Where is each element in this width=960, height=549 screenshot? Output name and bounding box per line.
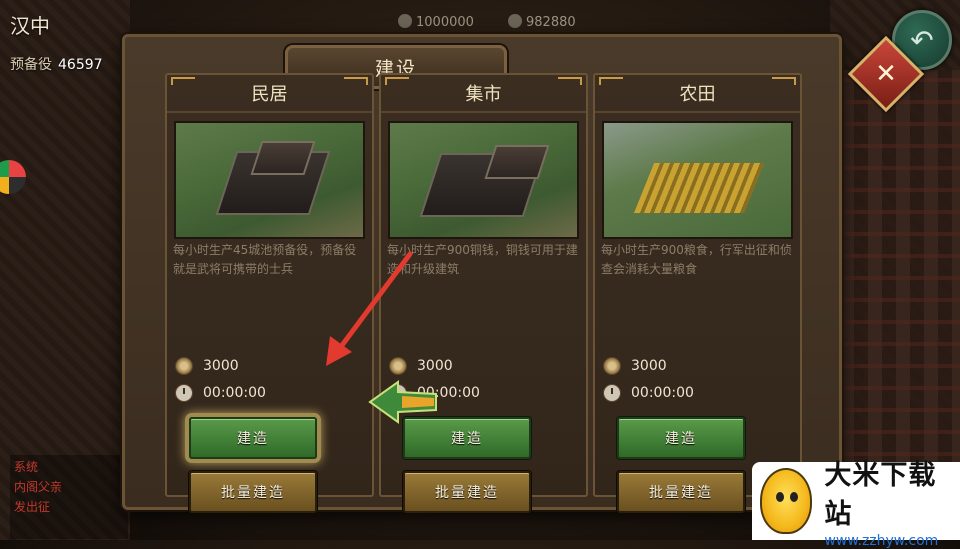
time-row: 00:00:00 <box>603 384 694 402</box>
batch-build-button[interactable]: 批量建造 <box>617 471 745 513</box>
building-card-farmland: 农田 每小时生产900粮食，行军出征和侦查会消耗大量粮食 3000 00:00:… <box>593 73 802 513</box>
reserve-label: 预备役 <box>10 57 52 73</box>
building-description: 每小时生产900铜钱，铜钱可用于建造和升级建筑 <box>387 243 578 276</box>
time-value: 00:00:00 <box>203 385 266 401</box>
cost-row: 3000 <box>175 357 239 375</box>
batch-build-button[interactable]: 批量建造 <box>189 471 317 513</box>
copper-coin-icon <box>603 357 621 375</box>
copper-coin-icon <box>398 14 412 28</box>
reserve-value: 46597 <box>58 57 103 73</box>
chat-line: 发出征 <box>14 500 51 514</box>
construction-dialog: 建设 ✕ 民居 每小时生产45城池预备役，预备役就是武将可携带的士兵 3000 … <box>122 34 925 513</box>
watermark-title: 大米下载站 <box>824 460 937 530</box>
building-cards: 民居 每小时生产45城池预备役，预备役就是武将可携带的士兵 3000 00:00… <box>165 73 802 513</box>
market-roof-art <box>484 145 550 179</box>
clock-icon <box>603 384 621 402</box>
build-button[interactable]: 建造 <box>617 417 745 459</box>
residence-roof-art <box>250 141 316 175</box>
rice-mascot-logo-icon <box>760 468 813 534</box>
site-watermark: 大米下载站 www.zzhyw.com <box>752 460 960 549</box>
cost-value: 3000 <box>417 358 453 374</box>
reserve-counter: 预备役 46597 <box>10 54 103 74</box>
clock-icon <box>175 384 193 402</box>
building-description: 每小时生产45城池预备役，预备役就是武将可携带的士兵 <box>173 243 357 276</box>
batch-build-button[interactable]: 批量建造 <box>403 471 531 513</box>
building-name: 民居 <box>167 75 372 113</box>
farmland-image <box>602 121 793 239</box>
back-arrow-icon: ↶ <box>910 23 934 57</box>
cost-row: 3000 <box>603 357 667 375</box>
copper-coin-icon <box>389 357 407 375</box>
chat-line: 内阁父亲 <box>14 480 63 494</box>
watermark-url: www.zzhyw.com <box>824 533 939 549</box>
chat-line: 系统 <box>14 460 39 474</box>
cost-value: 3000 <box>631 358 667 374</box>
copper-coin-icon <box>175 357 193 375</box>
cost-row: 3000 <box>389 357 453 375</box>
close-x-icon: ✕ <box>875 59 897 89</box>
copper-value: 1000000 <box>416 15 474 30</box>
grain-value: 982880 <box>526 15 576 30</box>
building-name: 农田 <box>595 75 800 113</box>
market-image <box>388 121 579 239</box>
build-button[interactable]: 建造 <box>189 417 317 459</box>
building-card-residence: 民居 每小时生产45城池预备役，预备役就是武将可携带的士兵 3000 00:00… <box>165 73 374 513</box>
time-row: 00:00:00 <box>175 384 266 402</box>
farmland-field-art <box>633 163 765 213</box>
time-value: 00:00:00 <box>631 385 694 401</box>
grain-icon <box>508 14 522 28</box>
building-description: 每小时生产900粮食，行军出征和侦查会消耗大量粮食 <box>601 243 792 276</box>
copper-counter: 1000000 <box>398 14 474 30</box>
chat-log[interactable]: 系统 内阁父亲 发出征 <box>10 455 128 539</box>
grain-counter: 982880 <box>508 14 576 30</box>
residence-image <box>174 121 365 239</box>
city-name: 汉中 <box>10 14 50 38</box>
tutorial-pointer-arrow-icon <box>368 380 437 424</box>
building-name: 集市 <box>381 75 586 113</box>
cost-value: 3000 <box>203 358 239 374</box>
building-card-market: 集市 每小时生产900铜钱，铜钱可用于建造和升级建筑 3000 00:00:00… <box>379 73 588 513</box>
